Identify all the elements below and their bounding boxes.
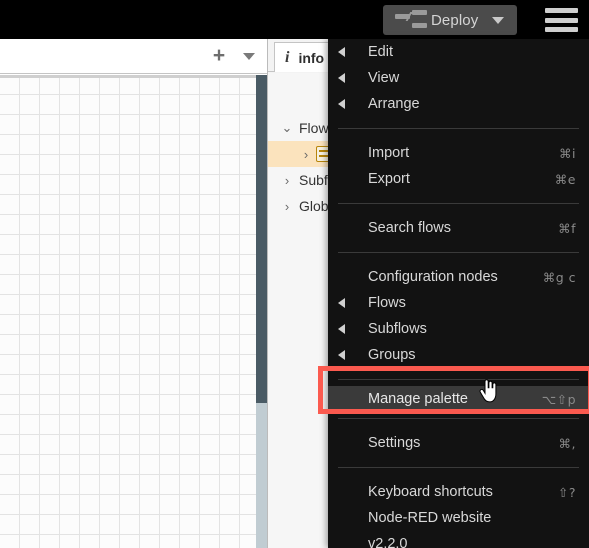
menu-item-label: Arrange: [368, 96, 420, 112]
menu-spacer: [328, 204, 589, 215]
menu-item-label: Settings: [368, 435, 421, 451]
menu-item-shortcut: ⌘,: [558, 435, 576, 451]
chevron-down-icon[interactable]: [492, 17, 504, 24]
top-header-bar: Deploy: [0, 0, 589, 39]
canvas-top-edge: [0, 75, 267, 78]
menu-item-groups[interactable]: Groups: [328, 342, 589, 368]
menu-item-label: Subflows: [368, 321, 427, 337]
menu-item-settings[interactable]: Settings ⌘,: [328, 430, 589, 456]
menu-item-shortcut: ⌘i: [559, 145, 576, 161]
menu-item-shortcut: ⌘f: [558, 220, 576, 236]
menu-item-export[interactable]: Export ⌘e: [328, 166, 589, 192]
flow-list-chevron-down-icon[interactable]: [243, 53, 255, 60]
deploy-button[interactable]: Deploy: [383, 5, 517, 35]
menu-item-v2-2-0[interactable]: v2.2.0: [328, 531, 589, 548]
canvas-scrollbar-thumb[interactable]: [256, 75, 267, 403]
menu-item-keyboard-shortcuts[interactable]: Keyboard shortcuts ⇧?: [328, 479, 589, 505]
add-flow-button[interactable]: +: [209, 45, 229, 67]
deploy-button-label: Deploy: [431, 11, 479, 29]
chevron-right-icon[interactable]: ›: [296, 147, 316, 162]
menu-spacer: [328, 129, 589, 140]
menu-item-search-flows[interactable]: Search flows ⌘f: [328, 215, 589, 241]
canvas-vertical-scrollbar[interactable]: [256, 75, 267, 548]
menu-item-node-red-website[interactable]: Node-RED website: [328, 505, 589, 531]
hamburger-menu-icon[interactable]: [545, 8, 578, 32]
chevron-right-icon[interactable]: ›: [277, 173, 297, 188]
submenu-arrow-left-icon: [338, 99, 345, 109]
menu-item-view[interactable]: View: [328, 65, 589, 91]
tab-info[interactable]: i info: [274, 42, 336, 72]
menu-item-arrange[interactable]: Arrange: [328, 91, 589, 117]
menu-item-label: Export: [368, 171, 410, 187]
menu-item-label: Import: [368, 145, 410, 161]
menu-item-label: Node-RED website: [368, 510, 492, 526]
menu-spacer: [328, 368, 589, 379]
menu-item-label: Groups: [368, 347, 416, 363]
submenu-arrow-left-icon: [338, 298, 345, 308]
menu-item-edit[interactable]: Edit: [328, 39, 589, 65]
node-red-editor-window: Deploy + i info ⌄ Flows › › › Global Edi…: [0, 0, 589, 548]
menu-item-shortcut: ⇧?: [557, 484, 576, 500]
flow-tab-bar: +: [0, 39, 267, 74]
menu-spacer: [328, 456, 589, 467]
chevron-right-icon[interactable]: ›: [277, 199, 297, 214]
menu-item-label: Search flows: [368, 220, 452, 236]
menu-item-configuration-nodes[interactable]: Configuration nodes ⌘g c: [328, 264, 589, 290]
flow-canvas[interactable]: [0, 75, 267, 548]
menu-item-label: Configuration nodes: [368, 269, 498, 285]
menu-spacer: [328, 241, 589, 252]
menu-item-flows[interactable]: Flows: [328, 290, 589, 316]
menu-spacer: [328, 192, 589, 203]
menu-item-label: Edit: [368, 44, 393, 60]
flow-editor-area: +: [0, 39, 268, 548]
menu-item-label: Manage palette: [368, 391, 468, 407]
menu-spacer: [328, 117, 589, 128]
chevron-down-icon[interactable]: ⌄: [277, 120, 297, 136]
submenu-arrow-left-icon: [338, 324, 345, 334]
menu-item-import[interactable]: Import ⌘i: [328, 140, 589, 166]
submenu-arrow-left-icon: [338, 73, 345, 83]
info-icon: i: [285, 48, 290, 66]
submenu-arrow-left-icon: [338, 350, 345, 360]
menu-spacer: [328, 253, 589, 264]
menu-item-manage-palette[interactable]: Manage palette ⌥⇧p: [328, 386, 589, 412]
menu-item-subflows[interactable]: Subflows: [328, 316, 589, 342]
menu-item-shortcut: ⌘g c: [542, 269, 576, 285]
main-dropdown-menu: Edit View Arrange Import ⌘i Export ⌘e Search fl…: [328, 39, 589, 548]
menu-spacer: [328, 468, 589, 479]
submenu-arrow-left-icon: [338, 47, 345, 57]
menu-spacer: [328, 419, 589, 430]
menu-item-label: Flows: [368, 295, 406, 311]
menu-item-shortcut: ⌘e: [554, 171, 576, 187]
menu-item-label: View: [368, 70, 400, 86]
menu-item-label: Keyboard shortcuts: [368, 484, 493, 500]
deploy-icon: [395, 10, 429, 30]
menu-item-label: v2.2.0: [368, 536, 408, 548]
menu-item-shortcut: ⌥⇧p: [541, 391, 576, 407]
tab-info-label: info: [298, 49, 325, 66]
